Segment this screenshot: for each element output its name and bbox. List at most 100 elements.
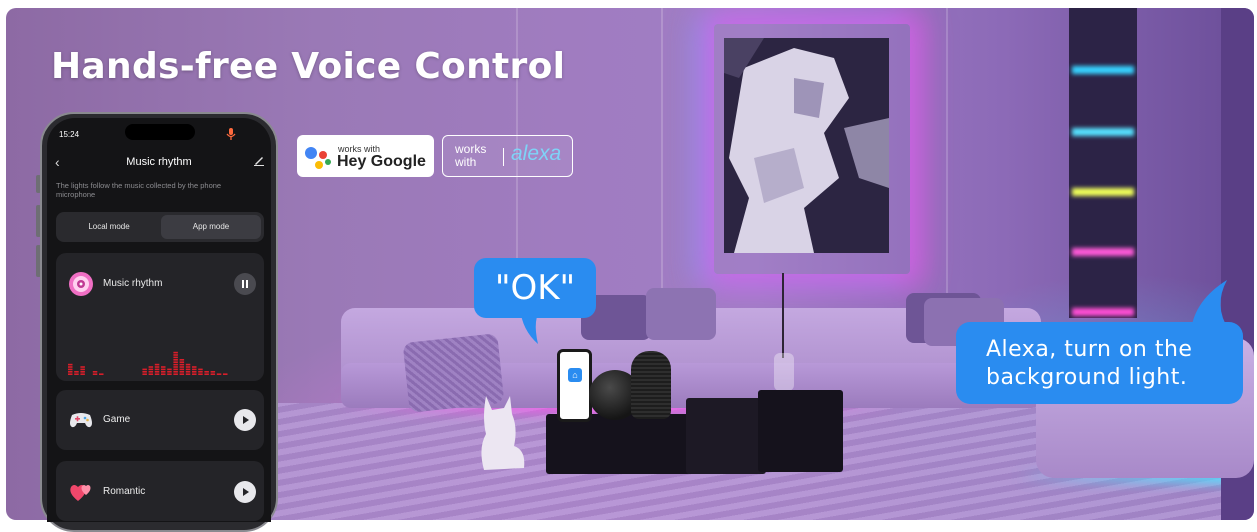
alexa-speech-bubble: Alexa, turn on the background light.	[956, 322, 1243, 404]
google-assistant-badge: works with Hey Google	[297, 135, 434, 177]
equalizer-bar-segment	[185, 366, 191, 368]
equalizer-bar-segment	[179, 373, 185, 375]
screen-description: The lights follow the music collected by…	[56, 181, 222, 199]
equalizer-bar-segment	[80, 371, 85, 373]
equalizer-bar-segment	[173, 356, 178, 359]
equalizer-bar-segment	[99, 373, 104, 375]
equalizer-bar-segment	[173, 366, 178, 368]
vase	[774, 353, 794, 391]
plant	[782, 273, 784, 358]
google-assistant-icon	[305, 145, 331, 169]
equalizer-bar-segment	[198, 373, 203, 375]
equalizer-bar-segment	[74, 373, 79, 375]
play-button[interactable]	[234, 409, 256, 431]
equalizer-bar-segment	[179, 361, 185, 363]
equalizer-bar-segment	[179, 368, 185, 371]
equalizer-bar-segment	[179, 371, 185, 373]
equalizer-bar-segment	[185, 363, 191, 366]
equalizer-bar-segment	[210, 373, 216, 375]
equalizer-bar-segment	[192, 371, 197, 373]
card-label: Music rhythm	[103, 278, 163, 289]
equalizer-bar-segment	[223, 373, 228, 375]
status-time: 15:24	[59, 130, 80, 139]
coffee-table	[758, 390, 843, 472]
game-card[interactable]: Game	[56, 390, 264, 450]
app-screen: 15:24 ‹ Music rhythm The lights follow t…	[47, 118, 271, 522]
equalizer-bar-segment	[173, 373, 178, 375]
wall-panel-line	[946, 8, 948, 308]
phone-notch	[125, 124, 195, 140]
equalizer-visualizer	[68, 351, 228, 375]
equalizer-bar-segment	[68, 371, 73, 373]
equalizer-bar-segment	[210, 371, 216, 373]
play-icon	[243, 416, 249, 424]
equalizer-bar-segment	[185, 373, 191, 375]
equalizer-bar-segment	[142, 371, 147, 373]
app-mode-tab[interactable]: App mode	[161, 215, 261, 239]
pause-icon	[242, 280, 248, 288]
music-rhythm-card[interactable]: Music rhythm	[56, 253, 264, 381]
equalizer-bar-segment	[204, 373, 209, 375]
equalizer-bar-segment	[154, 368, 160, 371]
alexa-logo: alexa	[511, 142, 562, 165]
screen-title: Music rhythm	[126, 156, 192, 168]
equalizer-bar-segment	[148, 368, 154, 371]
local-mode-tab[interactable]: Local mode	[59, 215, 159, 239]
equalizer-bar-segment	[68, 366, 73, 368]
equalizer-bar-segment	[68, 373, 73, 375]
edit-pencil-icon[interactable]	[253, 154, 265, 166]
equalizer-bar-segment	[173, 368, 178, 371]
equalizer-bar-segment	[192, 368, 197, 371]
play-button[interactable]	[234, 481, 256, 503]
equalizer-bar-segment	[173, 351, 178, 354]
equalizer-bar-segment	[167, 371, 172, 373]
pause-button[interactable]	[234, 273, 256, 295]
mode-switch: Local mode App mode	[56, 212, 264, 242]
shelf-unit	[1069, 8, 1137, 318]
equalizer-bar-segment	[148, 371, 154, 373]
equalizer-bar-segment	[80, 366, 85, 368]
equalizer-bar-segment	[179, 363, 185, 366]
equalizer-bar-segment	[198, 368, 203, 371]
equalizer-bar-segment	[68, 368, 73, 371]
equalizer-bar-segment	[142, 368, 147, 371]
shelf-light-pink	[1072, 248, 1134, 256]
equalizer-bar-segment	[216, 373, 222, 375]
equalizer-bar-segment	[173, 371, 178, 373]
equalizer-bar-segment	[173, 359, 178, 361]
equalizer-bar-segment	[74, 371, 79, 373]
badge-divider	[503, 148, 504, 166]
shelf-light-cyan	[1072, 128, 1134, 136]
equalizer-bar-segment	[92, 373, 98, 375]
romantic-card[interactable]: Romantic	[56, 461, 264, 521]
equalizer-bar-segment	[142, 373, 147, 375]
badge-big-text: Hey Google	[337, 153, 426, 170]
abstract-painting	[724, 38, 889, 253]
play-icon	[243, 488, 249, 496]
equalizer-bar-segment	[167, 368, 172, 371]
card-label: Romantic	[103, 486, 146, 497]
equalizer-bar-segment	[192, 366, 197, 368]
equalizer-bar-segment	[185, 371, 191, 373]
equalizer-bar-segment	[167, 373, 172, 375]
shelf-light-yellow	[1072, 188, 1134, 196]
equalizer-bar-segment	[80, 373, 85, 375]
ok-speech-bubble: "OK"	[474, 258, 596, 318]
equalizer-bar-segment	[192, 373, 197, 375]
equalizer-bar-segment	[185, 368, 191, 371]
alexa-badge: works with alexa	[442, 135, 573, 177]
wall-panel-line	[661, 8, 663, 308]
equalizer-bar-segment	[161, 368, 166, 371]
card-label: Game	[103, 414, 131, 425]
smartphone-device: ⌂	[557, 349, 592, 422]
equalizer-bar-segment	[148, 373, 154, 375]
equalizer-bar-segment	[161, 371, 166, 373]
equalizer-bar-segment	[154, 373, 160, 375]
equalizer-bar-segment	[173, 363, 178, 366]
equalizer-bar-segment	[198, 371, 203, 373]
home-app-icon: ⌂	[568, 368, 582, 382]
equalizer-bar-segment	[154, 371, 160, 373]
shelf-light-pink	[1072, 308, 1134, 316]
equalizer-bar-segment	[148, 366, 154, 368]
equalizer-bar-segment	[204, 371, 209, 373]
